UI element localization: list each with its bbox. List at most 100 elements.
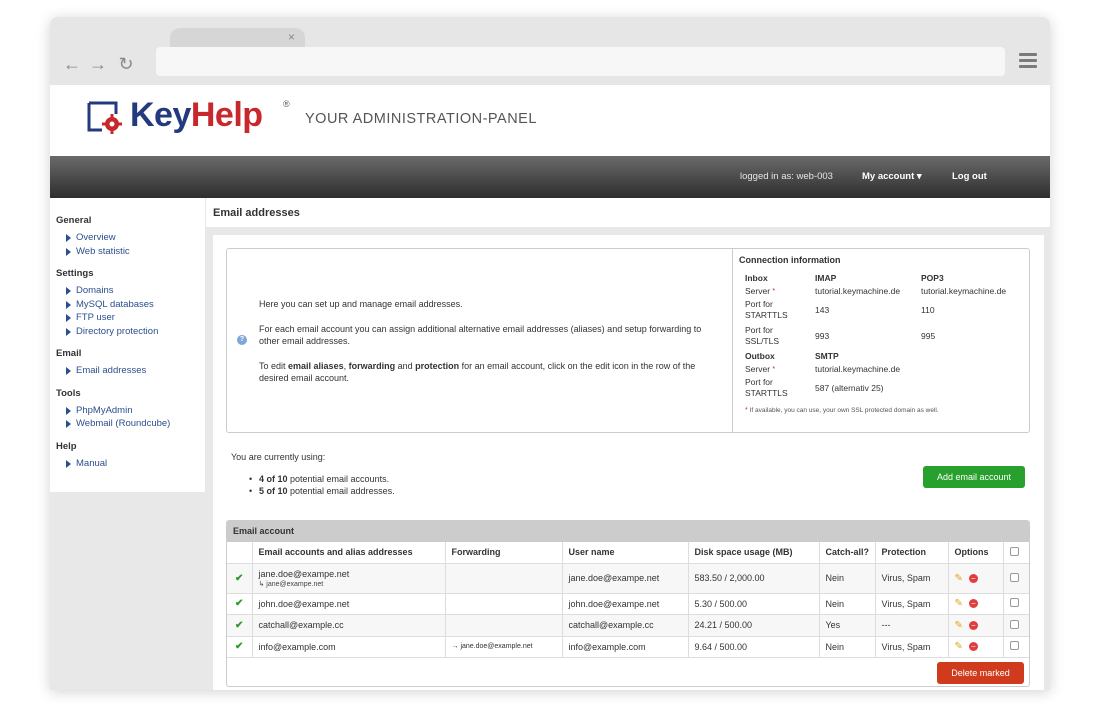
row-checkbox[interactable]	[1009, 641, 1019, 650]
sidebar-item-domains[interactable]: Domains	[56, 284, 205, 298]
sidebar-item-overview[interactable]: Overview	[56, 231, 205, 245]
edit-pencil-icon[interactable]: ✎	[955, 573, 963, 584]
disk-usage-cell: 9.64 / 500.00	[688, 636, 820, 658]
catch-all-cell: Yes	[819, 614, 876, 637]
site-header: KeyHelp ® YOUR ADMINISTRATION-PANEL	[50, 85, 1050, 156]
triangle-bullet-icon	[66, 314, 71, 322]
info-paragraph: Here you can set up and manage email add…	[259, 299, 463, 309]
delete-marked-button[interactable]: Delete marked	[937, 662, 1024, 684]
triangle-bullet-icon	[66, 234, 71, 242]
sidebar-section-title: Tools	[56, 387, 81, 399]
user-name-cell: jane.doe@exampe.net	[562, 563, 689, 594]
inbox-header-row: Inbox IMAP POP3	[745, 273, 944, 283]
connection-info: Connection information Inbox IMAP POP3 Ser…	[732, 249, 1030, 432]
inbox-starttls-row: Port for STARTTLS 143 110	[745, 299, 935, 320]
user-name-cell: catchall@example.cc	[562, 614, 689, 637]
tab-close-icon[interactable]: ×	[288, 30, 295, 44]
column-header-protection: Protection	[875, 542, 949, 564]
select-cell	[1003, 563, 1029, 594]
table-row: ✔ jane.doe@exampe.net ↳ jane@exampe.net j…	[227, 563, 1029, 594]
main-content: Email addresses ? Here you can set up an…	[205, 198, 1050, 690]
options-cell: ✎ −	[948, 563, 1004, 594]
page-title: Email addresses	[213, 207, 300, 219]
row-checkbox[interactable]	[1009, 619, 1019, 629]
row-checkbox[interactable]	[1009, 598, 1019, 607]
delete-icon[interactable]: −	[968, 620, 978, 630]
email-cell: info@example.com	[252, 636, 446, 658]
column-header-disk-usage: Disk space usage (MB)	[688, 542, 820, 564]
delete-icon[interactable]: −	[968, 642, 978, 652]
logo-wordmark: KeyHelp	[130, 96, 263, 134]
info-paragraph: For each email account you can assign ad…	[259, 323, 702, 347]
sidebar-group-email: Email Email addresses	[56, 348, 205, 378]
connection-info-title: Connection information	[739, 255, 841, 265]
info-paragraph: To edit email aliases, forwarding and pr…	[259, 360, 696, 384]
forwarding-cell	[445, 614, 563, 637]
triangle-bullet-icon	[66, 420, 71, 428]
row-checkbox[interactable]	[1009, 572, 1019, 582]
edit-pencil-icon[interactable]: ✎	[955, 641, 963, 652]
forwarding-cell: → jane.doe@example.net	[445, 636, 563, 658]
select-all-column-header	[1003, 542, 1029, 564]
protection-cell: ---	[875, 614, 949, 637]
my-account-menu[interactable]: My account ▾	[862, 171, 922, 183]
triangle-bullet-icon	[66, 459, 71, 468]
catch-all-cell: Nein	[819, 636, 876, 658]
tagline: YOUR ADMINISTRATION-PANEL	[305, 111, 537, 127]
back-arrow-icon[interactable]: ←	[62, 54, 82, 74]
forward-arrow-icon[interactable]: →	[88, 54, 108, 74]
table-title: Email account	[227, 521, 1029, 542]
sidebar-group-tools: Tools PhpMyAdmin Webmail (Roundcube)	[56, 388, 205, 431]
delete-icon[interactable]: −	[968, 573, 978, 583]
inbox-server-row: Server * tutorial.keymachine.de tutorial.k…	[745, 286, 1007, 296]
column-header-user-name: User name	[562, 542, 689, 564]
sidebar-item-email-addresses[interactable]: Email addresses	[56, 364, 205, 378]
active-check-icon: ✔	[227, 563, 253, 594]
select-cell	[1003, 593, 1029, 615]
email-cell: jane.doe@exampe.net ↳ jane@exampe.net	[252, 563, 446, 594]
triangle-bullet-icon	[66, 300, 71, 309]
outbox-starttls-row: Port for STARTTLS 587 (alternativ 25)	[745, 377, 884, 398]
sidebar-item-webmail[interactable]: Webmail (Roundcube)	[56, 417, 205, 431]
sidebar-item-ftp-user[interactable]: FTP user	[56, 311, 205, 325]
sidebar-item-manual[interactable]: Manual	[56, 457, 205, 471]
triangle-bullet-icon	[66, 406, 71, 415]
usage-intro: You are currently using:	[231, 452, 326, 462]
disk-usage-cell: 5.30 / 500.00	[688, 593, 820, 615]
user-name-cell: john.doe@exampe.net	[562, 593, 689, 615]
reload-icon[interactable]: ↻	[116, 54, 136, 74]
disk-usage-cell: 24.21 / 500.00	[688, 614, 820, 637]
edit-pencil-icon[interactable]: ✎	[955, 598, 963, 609]
triangle-bullet-icon	[66, 327, 71, 336]
email-cell: john.doe@exampe.net	[252, 593, 446, 615]
column-header-email: Email accounts and alias addresses	[252, 542, 446, 564]
sidebar-section-title: Help	[56, 440, 77, 452]
sidebar-section-title: Settings	[56, 268, 94, 279]
sidebar-item-phpmyadmin[interactable]: PhpMyAdmin	[56, 404, 205, 418]
sidebar-item-directory-protection[interactable]: Directory protection	[56, 325, 205, 339]
add-email-account-button[interactable]: Add email account	[923, 466, 1025, 488]
hamburger-menu-icon[interactable]	[1019, 53, 1037, 69]
logout-link[interactable]: Log out	[952, 171, 987, 183]
top-navigation-bar: logged in as: web-003 My account ▾ Log o…	[50, 156, 1050, 198]
table-row: ✔ john.doe@exampe.net john.doe@exampe.ne…	[227, 593, 1029, 615]
sidebar-group-general: General Overview Web statistic	[56, 215, 205, 258]
active-check-icon: ✔	[227, 636, 253, 658]
sidebar-item-web-statistic[interactable]: Web statistic	[56, 245, 205, 259]
catch-all-cell: Nein	[819, 563, 876, 594]
info-box: ? Here you can set up and manage email a…	[226, 248, 1030, 433]
question-mark-icon[interactable]: ?	[237, 335, 247, 345]
keyhelp-logo-icon	[87, 101, 122, 134]
browser-tab[interactable]: ×	[170, 28, 305, 48]
delete-icon[interactable]: −	[968, 599, 978, 609]
content-panel: ? Here you can set up and manage email a…	[213, 235, 1044, 690]
address-bar[interactable]	[156, 47, 1005, 76]
sidebar-item-mysql-databases[interactable]: MySQL databases	[56, 298, 205, 312]
active-check-icon: ✔	[227, 614, 253, 637]
select-all-checkbox[interactable]	[1009, 546, 1019, 556]
edit-pencil-icon[interactable]: ✎	[955, 620, 963, 631]
triangle-bullet-icon	[66, 247, 71, 256]
table-row: ✔ catchall@example.cc catchall@example.c…	[227, 614, 1029, 637]
column-header-catch-all: Catch-all?	[819, 542, 876, 564]
outbox-header-row: Outbox SMTP	[745, 351, 839, 361]
